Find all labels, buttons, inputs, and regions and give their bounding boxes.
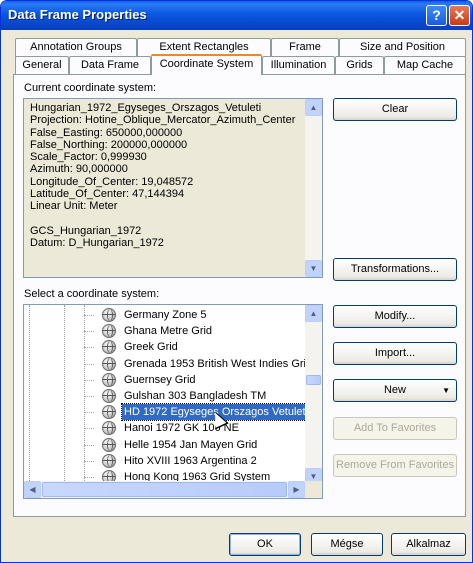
tree-connector	[84, 412, 94, 414]
apply-button[interactable]: Alkalmaz	[391, 533, 466, 556]
list-item-label: Greek Grid	[124, 341, 178, 354]
globe-icon	[102, 421, 116, 436]
ok-button[interactable]: OK	[229, 533, 301, 556]
list-item-label: Helle 1954 Jan Mayen Grid	[124, 438, 258, 451]
tree-line	[64, 305, 65, 485]
globe-icon	[102, 356, 116, 371]
list-item-label: Germany Zone 5	[124, 309, 207, 321]
globe-icon	[102, 324, 116, 339]
tree-connector	[84, 331, 94, 333]
tab-coordinate-system[interactable]: Coordinate System	[151, 54, 262, 75]
close-button[interactable]: ✕	[449, 5, 470, 26]
current-cs-textbox[interactable]: Hungarian_1972_Egyseges_Orszagos_Vetulet…	[23, 98, 323, 278]
tree-connector	[84, 347, 94, 349]
scroll-corner	[305, 481, 322, 498]
list-item-label: Grenada 1953 British West Indies Grid	[124, 357, 313, 370]
cs-list-hscrollbar[interactable]: ◀ ▶	[24, 481, 305, 498]
tab-grids[interactable]: Grids	[335, 56, 384, 75]
list-item-label: Guernsey Grid	[124, 373, 196, 386]
new-label: New	[383, 384, 406, 396]
tab-data-frame[interactable]: Data Frame	[69, 56, 151, 75]
scroll-down-icon[interactable]: ▼	[305, 260, 322, 277]
scroll-thumb[interactable]	[306, 375, 321, 385]
tab-map-cache[interactable]: Map Cache	[384, 56, 466, 75]
list-item-label: Gulshan 303 Bangladesh TM	[124, 390, 267, 402]
tab-frame[interactable]: Frame	[271, 38, 339, 57]
new-dropdown-button[interactable]: New ▼	[333, 379, 457, 402]
globe-icon	[102, 389, 116, 403]
globe-icon	[102, 308, 116, 322]
cs-list-vscrollbar[interactable]: ▲ ▼	[305, 305, 322, 485]
dialog-window: Data Frame Properties ? ✕ Annotation Gro…	[0, 0, 473, 563]
import-button[interactable]: Import...	[333, 342, 457, 365]
list-item-label: Ghana Metre Grid	[124, 325, 213, 338]
tab-illumination[interactable]: Illumination	[262, 56, 335, 75]
list-item-label: Hito XVIII 1963 Argentina 2	[124, 454, 257, 467]
tab-size-and-position[interactable]: Size and Position	[339, 38, 466, 57]
globe-icon	[102, 340, 116, 355]
scroll-up-icon[interactable]: ▲	[305, 99, 322, 116]
tree-connector	[84, 428, 94, 430]
help-button[interactable]: ?	[426, 5, 447, 26]
tab-annotation-groups[interactable]: Annotation Groups	[15, 38, 137, 57]
globe-icon	[102, 372, 116, 387]
cs-tree-list[interactable]: Germany Zone 5 Ghana Metre Grid Greek Grid…	[23, 304, 323, 499]
globe-icon	[102, 453, 116, 468]
current-cs-label: Current coordinate system:	[24, 82, 157, 94]
globe-icon	[102, 437, 116, 452]
tree-connector	[84, 444, 94, 446]
chevron-down-icon: ▼	[442, 386, 450, 395]
scroll-left-icon[interactable]: ◀	[24, 481, 41, 498]
globe-icon	[102, 405, 116, 420]
title-bar[interactable]: Data Frame Properties ? ✕	[1, 1, 472, 30]
clear-button[interactable]: Clear	[333, 98, 457, 121]
select-cs-label: Select a coordinate system:	[24, 288, 160, 300]
modify-button[interactable]: Modify...	[333, 305, 457, 328]
tree-line	[29, 305, 30, 485]
window-title: Data Frame Properties	[8, 7, 147, 22]
tree-connector	[84, 379, 94, 381]
tree-connector	[84, 396, 94, 397]
current-cs-text: Hungarian_1972_Egyseges_Orszagos_Vetulet…	[30, 102, 296, 250]
tree-connector	[84, 460, 94, 462]
hscroll-thumb[interactable]	[42, 482, 287, 497]
tree-connector	[84, 477, 94, 478]
current-cs-vscrollbar[interactable]: ▲ ▼	[305, 99, 322, 277]
transformations-button[interactable]: Transformations...	[333, 258, 457, 281]
scroll-up-icon[interactable]: ▲	[305, 305, 322, 322]
cancel-button[interactable]: Mégse	[311, 533, 383, 556]
remove-from-favorites-button[interactable]: Remove From Favorites	[333, 454, 457, 477]
scroll-right-icon[interactable]: ▶	[288, 481, 305, 498]
tab-general[interactable]: General	[15, 56, 69, 75]
tree-connector	[84, 363, 94, 365]
tree-connector	[84, 315, 94, 316]
add-to-favorites-button[interactable]: Add To Favorites	[333, 417, 457, 440]
